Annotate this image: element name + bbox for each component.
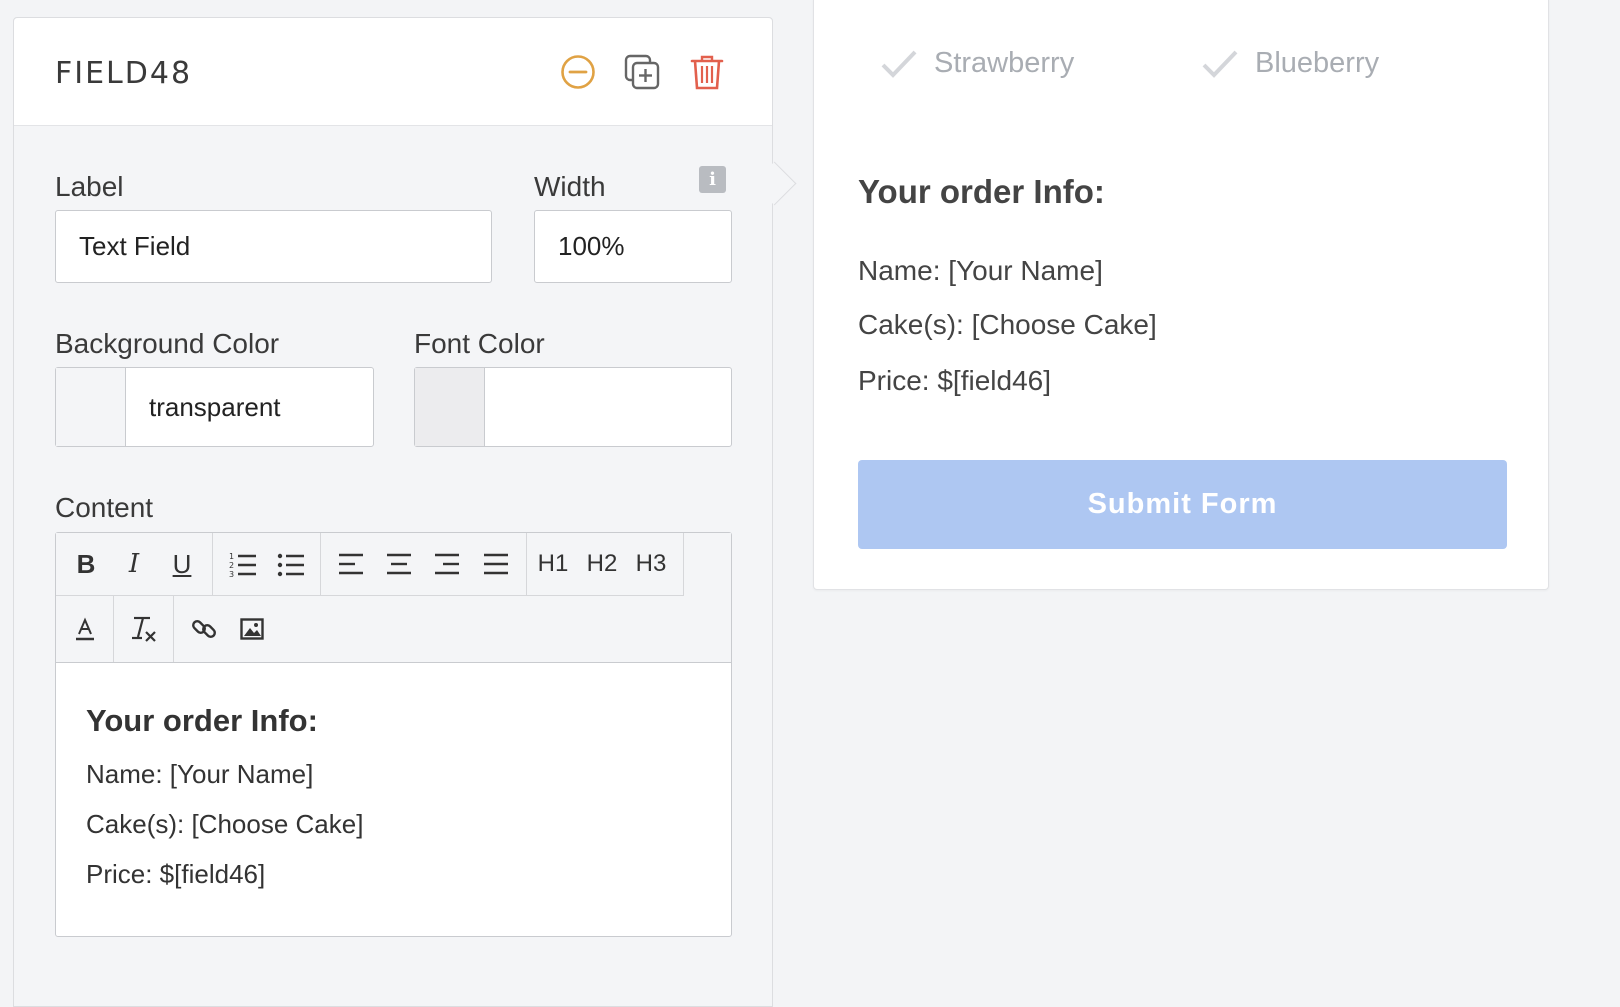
background-color-swatch[interactable] (56, 368, 126, 446)
preview-heading: Your order Info: (858, 173, 1105, 210)
background-color-caption: Background Color (55, 328, 280, 359)
heading-3-button[interactable]: H3 (631, 544, 671, 584)
clear-format-icon[interactable] (124, 609, 164, 649)
heading-1-button[interactable]: H1 (533, 544, 573, 584)
editor-line-cakes: Cake(s): [Choose Cake] (86, 809, 364, 839)
font-color-caption: Font Color (414, 328, 545, 359)
svg-text:3: 3 (229, 570, 234, 577)
width-caption: Width (534, 171, 606, 202)
check-icon (881, 50, 917, 78)
label-caption: Label (55, 171, 124, 202)
editor-toolbar: B I U 123 H1 H2 H3 (56, 533, 731, 663)
font-color-icon[interactable] (65, 609, 105, 649)
bold-button[interactable]: B (66, 544, 106, 584)
align-group (321, 533, 527, 596)
field-settings-panel: FIELD48 Label Text Field Width i 100% Ba… (13, 17, 773, 1007)
width-input[interactable]: 100% (534, 210, 732, 283)
label-input[interactable]: Text Field (55, 210, 492, 283)
duplicate-icon[interactable] (622, 52, 662, 92)
align-center-icon[interactable] (379, 544, 419, 584)
heading-group: H1 H2 H3 (527, 533, 684, 596)
trash-icon[interactable] (687, 52, 727, 92)
submit-form-button[interactable]: Submit Form (858, 460, 1507, 549)
italic-button[interactable]: I (114, 544, 154, 584)
format-group: B I U (56, 533, 213, 596)
svg-text:1: 1 (229, 552, 234, 561)
editor-line-name: Name: [Your Name] (86, 759, 314, 789)
editor-line-price: Price: $[field46] (86, 859, 266, 889)
underline-button[interactable]: U (162, 544, 202, 584)
option-label: Blueberry (1255, 47, 1380, 79)
content-caption: Content (55, 492, 154, 523)
align-right-icon[interactable] (427, 544, 467, 584)
svg-text:2: 2 (229, 561, 234, 570)
option-label: Strawberry (934, 47, 1075, 79)
list-group: 123 (213, 533, 321, 596)
insert-group (174, 596, 282, 662)
heading-2-button[interactable]: H2 (582, 544, 622, 584)
font-color-picker (414, 367, 732, 447)
rich-text-editor: B I U 123 H1 H2 H3 Your order Info: Name… (55, 532, 732, 937)
option-blueberry[interactable]: Blueberry (1201, 47, 1379, 80)
form-preview-card: Strawberry Blueberry Your order Info: Na… (813, 0, 1549, 590)
image-icon[interactable] (232, 609, 272, 649)
align-left-icon[interactable] (331, 544, 371, 584)
link-icon[interactable] (184, 609, 224, 649)
align-justify-icon[interactable] (476, 544, 516, 584)
background-color-picker: transparent (55, 367, 374, 447)
field-title: FIELD48 (55, 56, 193, 91)
ordered-list-icon[interactable]: 123 (223, 544, 263, 584)
background-color-input[interactable]: transparent (149, 392, 281, 423)
bullet-list-icon[interactable] (271, 544, 311, 584)
font-color-swatch[interactable] (415, 368, 485, 446)
preview-line-price: Price: $[field46] (858, 365, 1051, 396)
editor-heading: Your order Info: (86, 703, 318, 738)
editor-content[interactable]: Your order Info: Name: [Your Name] Cake(… (86, 703, 363, 909)
panel-header: FIELD48 (14, 18, 772, 126)
preview-line-cakes: Cake(s): [Choose Cake] (858, 309, 1157, 340)
option-strawberry[interactable]: Strawberry (880, 47, 1074, 80)
collapse-icon[interactable] (558, 52, 598, 92)
info-icon[interactable]: i (699, 166, 726, 193)
clear-group (114, 596, 174, 662)
check-icon (1202, 50, 1238, 78)
color-group (56, 596, 114, 662)
preview-line-name: Name: [Your Name] (858, 255, 1103, 286)
